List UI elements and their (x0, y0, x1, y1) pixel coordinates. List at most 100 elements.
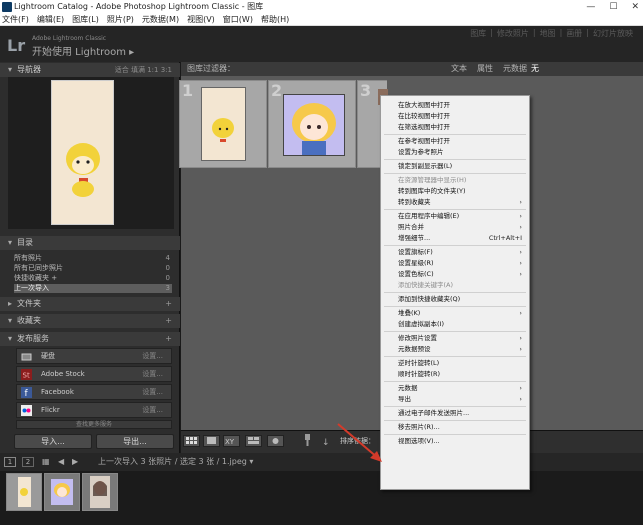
context-menu-item[interactable]: 锁定到副显示器(L) (398, 161, 526, 172)
module-slideshow[interactable]: 幻灯片放映 (593, 28, 633, 39)
context-menu-item[interactable]: 在参考视图中打开 (398, 136, 526, 147)
context-menu-item[interactable]: 视图选项(V)... (398, 436, 526, 447)
filter-none[interactable]: 无 (531, 62, 539, 76)
context-menu-item[interactable]: 导出 › (398, 394, 526, 405)
filmstrip-thumb-1[interactable] (6, 473, 42, 511)
folders-header[interactable]: ▸ 文件夹 + (0, 297, 180, 311)
service-setup[interactable]: 设置... (142, 349, 163, 363)
context-menu-item[interactable]: 元数据预设 › (398, 344, 526, 355)
catalog-row-synced[interactable]: 所有已同步照片 0 (14, 264, 172, 273)
service-facebook[interactable]: f Facebook 设置... (16, 384, 172, 400)
submenu-arrow-icon: › (519, 384, 522, 392)
navigator-photo[interactable] (51, 80, 114, 225)
catalog-row-previous-import[interactable]: 上一次导入 3 (14, 284, 172, 293)
module-book[interactable]: 画册 (566, 28, 582, 39)
menu-item-label: 设置为参考照片 (398, 148, 444, 156)
service-label: Adobe Stock (41, 370, 85, 378)
context-menu-item[interactable]: 设置旗标(F) › (398, 247, 526, 258)
context-menu-item[interactable]: 设置星级(R) › (398, 258, 526, 269)
context-menu-item[interactable]: 移去照片(R)... (398, 422, 526, 433)
catalog-header[interactable]: ▾ 目录 (0, 236, 180, 250)
minimize-button[interactable]: — (586, 2, 595, 12)
context-menu-item[interactable]: 添加到快捷收藏夹(Q) (398, 294, 526, 305)
filter-metadata[interactable]: 元数据 (503, 62, 527, 76)
grid-cell-2[interactable]: 2 (268, 80, 356, 168)
filter-text[interactable]: 文本 (451, 62, 467, 76)
publish-services-header[interactable]: ▾ 发布服务 + (0, 332, 180, 346)
painter-icon[interactable] (303, 433, 312, 447)
grid-cell-1[interactable]: 1 (179, 80, 267, 168)
menu-separator (384, 159, 526, 160)
export-button[interactable]: 导出... (96, 434, 174, 449)
identity-title[interactable]: 开始使用 Lightroom ▸ (32, 43, 134, 58)
navigator-header[interactable]: ▾ 导航器 适合 填满 1:1 3:1 (0, 63, 180, 77)
context-menu-item[interactable]: 元数据 › (398, 383, 526, 394)
menu-view[interactable]: 视图(V) (187, 14, 215, 25)
filmstrip-source[interactable]: 上一次导入 3 张照片 / 选定 3 张 / 1.jpeg ▾ (98, 453, 253, 471)
people-view-button[interactable] (267, 435, 284, 447)
filmstrip-thumb-2[interactable] (44, 473, 80, 511)
photo-thumbnail[interactable] (201, 87, 246, 161)
menu-window[interactable]: 窗口(W) (223, 14, 253, 25)
menu-item-label: 增强细节... (398, 234, 431, 242)
module-develop[interactable]: 修改照片 (497, 28, 529, 39)
submenu-arrow-icon: › (519, 198, 522, 206)
close-button[interactable]: ✕ (631, 2, 639, 12)
service-adobe-stock[interactable]: St Adobe Stock 设置... (16, 366, 172, 382)
grid-view-button[interactable] (183, 435, 200, 447)
catalog-row-quick-collection[interactable]: 快捷收藏夹 + 0 (14, 274, 172, 283)
service-setup[interactable]: 设置... (142, 403, 163, 417)
add-collection-icon[interactable]: + (165, 314, 172, 328)
find-more-services-button[interactable]: 查找更多服务 (16, 420, 172, 429)
context-menu-item[interactable]: 设置色标(C) › (398, 269, 526, 280)
context-menu-item[interactable]: 逆时针旋转(L) (398, 358, 526, 369)
context-menu-item[interactable]: 在放大视图中打开 (398, 100, 526, 111)
secondary-window-button[interactable]: 2 (22, 457, 34, 467)
menu-bar: 文件(F) 编辑(E) 图库(L) 照片(P) 元数据(M) 视图(V) 窗口(… (0, 14, 643, 26)
grid-icon[interactable]: ▦ (42, 453, 50, 471)
import-button[interactable]: 导入... (14, 434, 92, 449)
filter-attribute[interactable]: 属性 (477, 62, 493, 76)
module-map[interactable]: 地图 (540, 28, 556, 39)
menu-metadata[interactable]: 元数据(M) (142, 14, 179, 25)
context-menu-item[interactable]: 在比较视图中打开 (398, 111, 526, 122)
service-flickr[interactable]: Flickr 设置... (16, 402, 172, 418)
service-setup[interactable]: 设置... (142, 385, 163, 399)
primary-window-button[interactable]: 1 (4, 457, 16, 467)
context-menu-item[interactable]: 增强细节... Ctrl+Alt+I (398, 233, 526, 244)
context-menu-item[interactable]: 照片合并 › (398, 222, 526, 233)
service-hard-drive[interactable]: 硬盘 设置... (16, 348, 172, 364)
maximize-button[interactable]: ☐ (609, 2, 617, 12)
context-menu-item[interactable]: 在筛选视图中打开 (398, 122, 526, 133)
collections-header[interactable]: ▾ 收藏夹 + (0, 314, 180, 328)
context-menu-item[interactable]: 修改照片设置 › (398, 333, 526, 344)
service-setup[interactable]: 设置... (142, 367, 163, 381)
survey-view-button[interactable] (245, 435, 262, 447)
menu-file[interactable]: 文件(F) (2, 14, 29, 25)
catalog-row-all-photos[interactable]: 所有照片 4 (14, 254, 172, 263)
context-menu-item[interactable]: 创建虚拟副本(I) (398, 319, 526, 330)
navigator-zoom-options[interactable]: 适合 填满 1:1 3:1 (115, 63, 172, 77)
context-menu-item[interactable]: 转到图库中的文件夹(Y) (398, 186, 526, 197)
add-service-icon[interactable]: + (165, 332, 172, 346)
compare-view-button[interactable]: XY (223, 435, 240, 447)
menu-edit[interactable]: 编辑(E) (37, 14, 64, 25)
photo-thumbnail[interactable] (283, 94, 345, 156)
context-menu-item[interactable]: 顺时针旋转(R) (398, 369, 526, 380)
facebook-icon: f (21, 387, 32, 398)
context-menu-item[interactable]: 设置为参考照片 (398, 147, 526, 158)
forward-arrow-icon[interactable]: ▶ (72, 453, 78, 471)
loupe-view-button[interactable] (203, 435, 220, 447)
add-folder-icon[interactable]: + (165, 297, 172, 311)
filmstrip-thumb-3[interactable] (82, 473, 118, 511)
context-menu-item[interactable]: 在应用程序中编辑(E) › (398, 211, 526, 222)
context-menu-item[interactable]: 通过电子邮件发送照片... (398, 408, 526, 419)
menu-help[interactable]: 帮助(H) (261, 14, 289, 25)
context-menu-item[interactable]: 转到收藏夹 › (398, 197, 526, 208)
menu-photo[interactable]: 照片(P) (107, 14, 134, 25)
menu-item-label: 转到图库中的文件夹(Y) (398, 187, 466, 195)
menu-library[interactable]: 图库(L) (72, 14, 99, 25)
back-arrow-icon[interactable]: ◀ (58, 453, 64, 471)
context-menu-item[interactable]: 堆叠(K) › (398, 308, 526, 319)
module-library[interactable]: 图库 (470, 28, 486, 39)
